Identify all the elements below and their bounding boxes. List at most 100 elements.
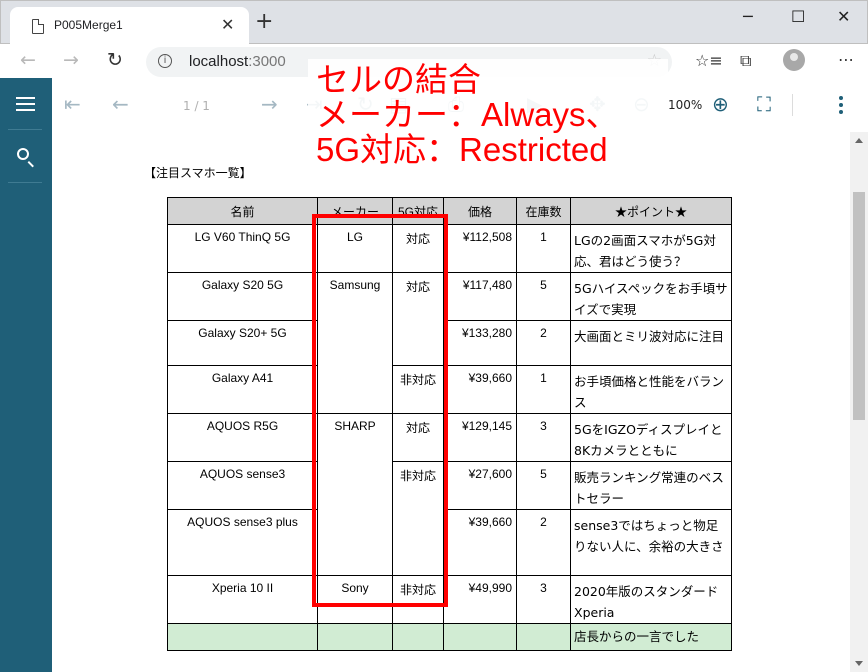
footer-note: 店長からの一言でした [570, 623, 732, 651]
more-options-icon[interactable] [839, 96, 843, 117]
cell-name: AQUOS sense3 plus [167, 509, 318, 576]
cell-name: LG V60 ThinQ 5G [167, 224, 318, 273]
new-tab-icon[interactable]: + [255, 11, 273, 33]
fullscreen-icon[interactable]: ⛶ [757, 92, 771, 116]
cell-5g: 対応 [392, 272, 444, 366]
table-row: Xperia 10 II Sony 非対応 ¥49,990 3 2020年版のス… [167, 575, 732, 624]
tab-strip: P005Merge1 ✕ + ─ ☐ ✕ [0, 0, 868, 45]
table-row: LG V60 ThinQ 5G LG 対応 ¥112,508 1 LGの2画面ス… [167, 224, 732, 273]
cell-point: 5Gハイスペックをお手頃サイズで実現 [570, 272, 732, 321]
cell-price: ¥39,660 [443, 509, 517, 576]
table-row: AQUOS R5G SHARP 対応 ¥129,145 3 5GをIGZOディス… [167, 413, 732, 576]
table-row: Galaxy S20 5G Samsung 対応 ¥117,480 5 5Gハイ… [167, 272, 732, 414]
page-icon [32, 19, 44, 34]
viewer-sidebar [0, 78, 52, 672]
cell-maker: Samsung [317, 272, 393, 414]
footer-empty-cell [516, 623, 571, 651]
page-indicator[interactable]: 1 / 1 [183, 99, 210, 113]
cell-price: ¥39,660 [443, 365, 517, 414]
profile-avatar[interactable] [783, 49, 805, 71]
table-row: Galaxy A41 非対応 ¥39,660 1 お手頃価格と性能をバランス [167, 365, 732, 414]
cell-maker: Sony [317, 575, 393, 624]
cell-stock: 2 [516, 320, 571, 366]
cell-point: お手頃価格と性能をバランス [570, 365, 732, 414]
header-stock: 在庫数 [516, 197, 571, 225]
maximize-icon[interactable]: ☐ [791, 7, 805, 26]
menu-icon[interactable] [16, 97, 35, 112]
cell-stock: 3 [516, 413, 571, 462]
cell-name: Galaxy A41 [167, 365, 318, 414]
minimize-icon[interactable]: ─ [743, 7, 753, 26]
scroll-down-icon[interactable] [855, 661, 863, 666]
vertical-scrollbar[interactable] [850, 132, 868, 672]
footer-empty-cell [167, 623, 318, 651]
collections-icon[interactable]: ⧉ [740, 51, 751, 71]
cell-maker: LG [317, 224, 393, 273]
url-text[interactable]: localhost:3000 [189, 53, 286, 70]
cell-5g: 対応 [392, 413, 444, 462]
table-footer-row: 店長からの一言でした [167, 623, 732, 651]
favorites-icon[interactable]: ☆≡ [695, 51, 723, 70]
cell-stock: 5 [516, 461, 571, 510]
cell-name: Galaxy S20+ 5G [167, 320, 318, 366]
first-page-icon[interactable]: ⇤ [64, 92, 81, 116]
cell-name: Galaxy S20 5G [167, 272, 318, 321]
cell-point: 販売ランキング常連のベストセラー [570, 461, 732, 510]
close-tab-icon[interactable]: ✕ [221, 15, 234, 34]
cell-5g: 非対応 [392, 575, 444, 624]
table-row: Galaxy S20+ 5G ¥133,280 2 大画面とミリ波対応に注目 [167, 320, 732, 366]
cell-point: 2020年版のスタンダードXperia [570, 575, 732, 624]
next-page-icon[interactable]: → [261, 92, 278, 116]
sidebar-divider [8, 182, 42, 183]
report-title: 【注目スマホ一覧】 [144, 166, 252, 180]
cell-stock: 2 [516, 509, 571, 576]
cell-name: AQUOS R5G [167, 413, 318, 462]
settings-more-icon[interactable]: ⋯ [838, 50, 854, 69]
cell-point: sense3ではちょっと物足りない人に、余裕の大きさ [570, 509, 732, 576]
cell-point: 5GをIGZOディスプレイと8Kカメラとともに [570, 413, 732, 462]
cell-stock: 5 [516, 272, 571, 321]
forward-icon[interactable]: → [63, 49, 79, 71]
header-point: ★ポイント★ [570, 197, 732, 225]
cell-maker: SHARP [317, 413, 393, 576]
zoom-level[interactable]: 100% [668, 98, 702, 112]
cell-price: ¥129,145 [443, 413, 517, 462]
header-price: 価格 [443, 197, 517, 225]
table-row: AQUOS sense3 非対応 ¥27,600 5 販売ランキング常連のベスト… [167, 461, 732, 576]
reload-icon[interactable]: ↻ [107, 49, 123, 71]
cell-5g: 非対応 [392, 365, 444, 414]
scroll-thumb[interactable] [853, 192, 865, 420]
toolbar-divider [792, 94, 793, 116]
phone-table: 名前 メーカー 5G対応 価格 在庫数 ★ポイント★ LG V60 ThinQ … [167, 197, 732, 651]
footer-empty-cell [317, 623, 393, 651]
tab-title: P005Merge1 [54, 18, 123, 32]
cell-point: 大画面とミリ波対応に注目 [570, 320, 732, 366]
cell-price: ¥117,480 [443, 272, 517, 321]
sidebar-divider [8, 129, 42, 130]
table-row: AQUOS sense3 plus ¥39,660 2 sense3ではちょっと… [167, 509, 732, 576]
cell-5g: 対応 [392, 224, 444, 273]
cell-5g: 非対応 [392, 461, 444, 576]
search-icon[interactable] [17, 148, 29, 160]
browser-tab[interactable]: P005Merge1 ✕ [10, 7, 249, 45]
zoom-in-icon[interactable]: ⊕ [712, 92, 729, 116]
scroll-up-icon[interactable] [855, 138, 863, 143]
table-header-row: 名前 メーカー 5G対応 価格 在庫数 ★ポイント★ [167, 197, 732, 225]
footer-empty-cell [443, 623, 517, 651]
previous-page-icon[interactable]: ← [112, 92, 129, 116]
window-close-icon[interactable]: ✕ [837, 7, 850, 26]
cell-price: ¥112,508 [443, 224, 517, 273]
cell-price: ¥27,600 [443, 461, 517, 510]
cell-stock: 1 [516, 365, 571, 414]
cell-stock: 3 [516, 575, 571, 624]
footer-empty-cell [392, 623, 444, 651]
cell-point: LGの2画面スマホが5G対応、君はどう使う？ [570, 224, 732, 273]
header-name: 名前 [167, 197, 318, 225]
cell-price: ¥49,990 [443, 575, 517, 624]
header-maker: メーカー [317, 197, 393, 225]
cell-name: AQUOS sense3 [167, 461, 318, 510]
back-icon[interactable]: ← [20, 49, 36, 71]
cell-price: ¥133,280 [443, 320, 517, 366]
merge-annotation: セルの結合 メーカー：Always、 5G対応：Restricted [308, 59, 668, 167]
info-icon[interactable]: i [158, 54, 172, 68]
